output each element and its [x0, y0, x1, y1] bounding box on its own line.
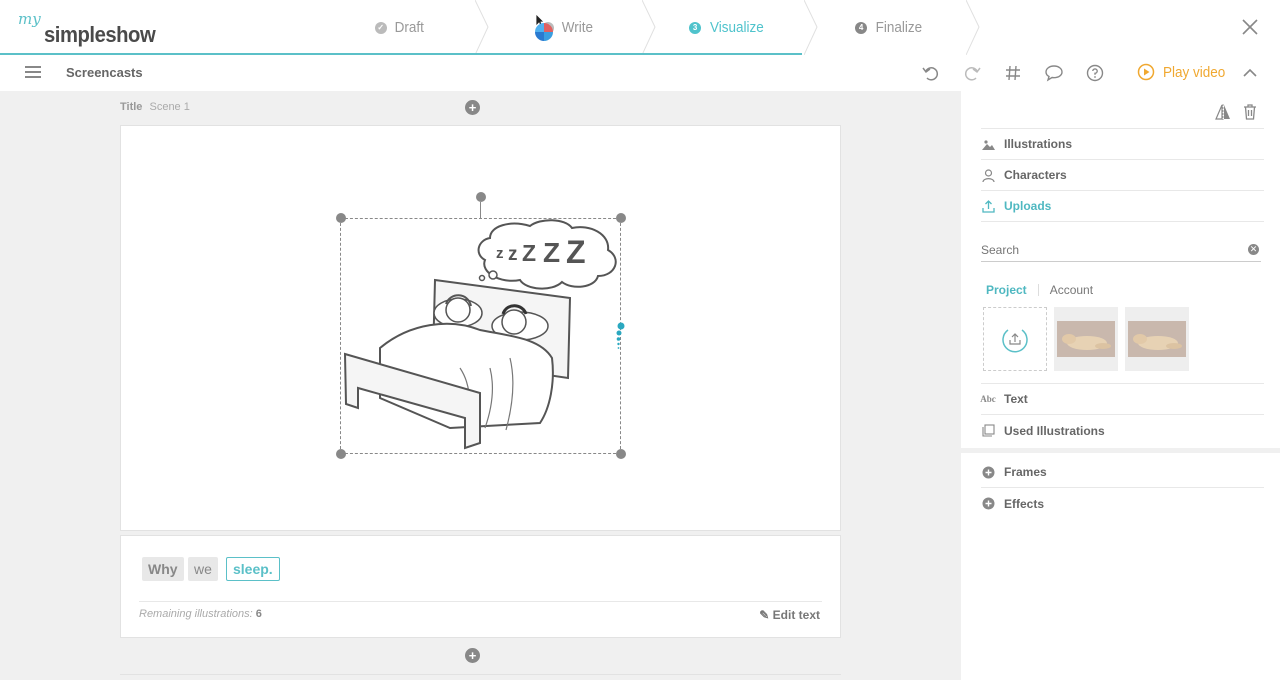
uploaded-dog-thumbnail[interactable] — [1054, 307, 1118, 371]
logo-name: simpleshow — [44, 22, 156, 47]
used-illustrations-icon — [981, 424, 995, 438]
plus-circle-icon — [981, 465, 995, 479]
category-text-label: Text — [1004, 392, 1028, 406]
search-field: ✕ — [981, 240, 1261, 262]
selection-box — [340, 218, 621, 454]
step-separator-icon — [966, 0, 980, 55]
step-visualize-label: Visualize — [710, 19, 764, 36]
tab-account[interactable]: Account — [1050, 283, 1093, 297]
edit-text-button[interactable]: ✎ Edit text — [759, 608, 820, 622]
scene-name: Scene 1 — [149, 101, 190, 113]
loading-spinner-icon — [535, 23, 553, 41]
text-word[interactable]: Why — [142, 557, 184, 581]
step-finalize-label: Finalize — [875, 19, 923, 36]
logo-prefix: my — [18, 10, 41, 28]
rotate-handle[interactable] — [476, 192, 486, 202]
uploaded-dog-thumbnail[interactable] — [1125, 307, 1189, 371]
play-icon — [1137, 63, 1155, 81]
redo-icon[interactable] — [962, 63, 982, 83]
resize-handle[interactable] — [336, 213, 346, 223]
play-video-label: Play video — [1163, 63, 1226, 81]
pencil-icon: ✎ — [759, 608, 770, 622]
scene-title[interactable]: Title Scene 1 — [120, 101, 190, 113]
upload-icon — [981, 199, 995, 213]
step-finalize[interactable]: 4 Finalize — [810, 0, 970, 55]
step-write[interactable]: ✓ Write — [488, 0, 648, 55]
rotate-handle-stem — [480, 202, 481, 218]
section-frames[interactable]: Frames — [981, 457, 1264, 488]
assets-sidebar: Illustrations Characters Uploads ✕ Proje… — [961, 91, 1280, 680]
remaining-illustrations: Remaining illustrations: 6 — [139, 608, 262, 620]
category-uploads[interactable]: Uploads — [981, 191, 1264, 222]
top-navigation: my simpleshow ✓ Draft ✓ Write 3 Visualiz… — [0, 0, 1280, 55]
search-input[interactable] — [981, 240, 1236, 260]
uploads-tabs: Project Account — [986, 283, 1093, 297]
category-illustrations-label: Illustrations — [1004, 137, 1073, 151]
text-abc-icon: Abc — [980, 394, 996, 404]
scene-text-panel: Why we sleep. Remaining illustrations: 6… — [120, 535, 841, 638]
text-word-selected[interactable]: sleep. — [226, 557, 280, 581]
dog-photo — [1128, 321, 1186, 357]
text-word[interactable]: we — [188, 557, 218, 581]
remaining-label: Remaining illustrations: — [139, 608, 253, 620]
trash-icon[interactable] — [1241, 103, 1259, 121]
undo-icon[interactable] — [921, 63, 941, 83]
resize-handle[interactable] — [616, 449, 626, 459]
close-icon[interactable] — [1240, 17, 1260, 37]
upload-circle-icon — [1002, 329, 1028, 353]
category-characters[interactable]: Characters — [981, 160, 1264, 191]
remaining-count: 6 — [255, 608, 262, 620]
timing-dots-icon[interactable] — [613, 320, 627, 352]
category-used-illustrations-label: Used Illustrations — [1004, 423, 1105, 438]
step-visualize[interactable]: 3 Visualize — [648, 0, 808, 55]
add-scene-below-button[interactable]: + — [465, 648, 480, 663]
category-characters-label: Characters — [1004, 168, 1067, 182]
section-effects-label: Effects — [1004, 496, 1045, 511]
clear-search-icon[interactable]: ✕ — [1248, 244, 1259, 255]
play-video-button[interactable]: Play video — [1137, 63, 1232, 81]
check-icon: ✓ — [374, 21, 387, 34]
comment-icon[interactable] — [1044, 63, 1064, 83]
step-draft-label: Draft — [394, 19, 424, 36]
step-draft[interactable]: ✓ Draft — [320, 0, 480, 55]
project-title: Screencasts — [66, 65, 143, 80]
step-visualize-number: 3 — [689, 21, 702, 34]
collapse-chevron-up-icon[interactable] — [1240, 63, 1260, 83]
edit-text-label: Edit text — [772, 608, 820, 622]
category-illustrations[interactable]: Illustrations — [981, 129, 1264, 160]
upload-file-button[interactable] — [983, 307, 1047, 371]
menu-icon[interactable] — [25, 66, 41, 80]
plus-circle-icon — [981, 497, 995, 511]
step-separator-icon — [475, 0, 489, 55]
flip-icon[interactable] — [1214, 103, 1232, 121]
next-scene-edge — [120, 674, 841, 680]
mountain-image-icon — [981, 137, 995, 151]
resize-handle[interactable] — [616, 213, 626, 223]
resize-handle[interactable] — [336, 449, 346, 459]
step-write-label: Write — [561, 19, 593, 36]
scene-title-label: Title — [120, 101, 143, 113]
add-scene-above-button[interactable]: + — [465, 100, 480, 115]
editor-toolbar: Screencasts Play video — [0, 55, 1280, 91]
divider — [139, 601, 822, 602]
tab-separator — [1037, 284, 1039, 296]
category-text[interactable]: Abc Text — [980, 384, 1264, 415]
category-used-illustrations[interactable]: Used Illustrations — [981, 415, 1264, 446]
section-effects[interactable]: Effects — [981, 488, 1264, 519]
tab-project[interactable]: Project — [986, 283, 1027, 297]
grid-icon[interactable] — [1003, 63, 1023, 83]
step-finalize-number: 4 — [855, 21, 868, 34]
help-icon[interactable] — [1085, 63, 1105, 83]
section-frames-label: Frames — [1004, 465, 1047, 479]
dog-photo — [1057, 321, 1115, 357]
section-divider — [961, 448, 1280, 453]
category-uploads-label: Uploads — [1004, 199, 1052, 213]
person-icon — [981, 168, 995, 182]
